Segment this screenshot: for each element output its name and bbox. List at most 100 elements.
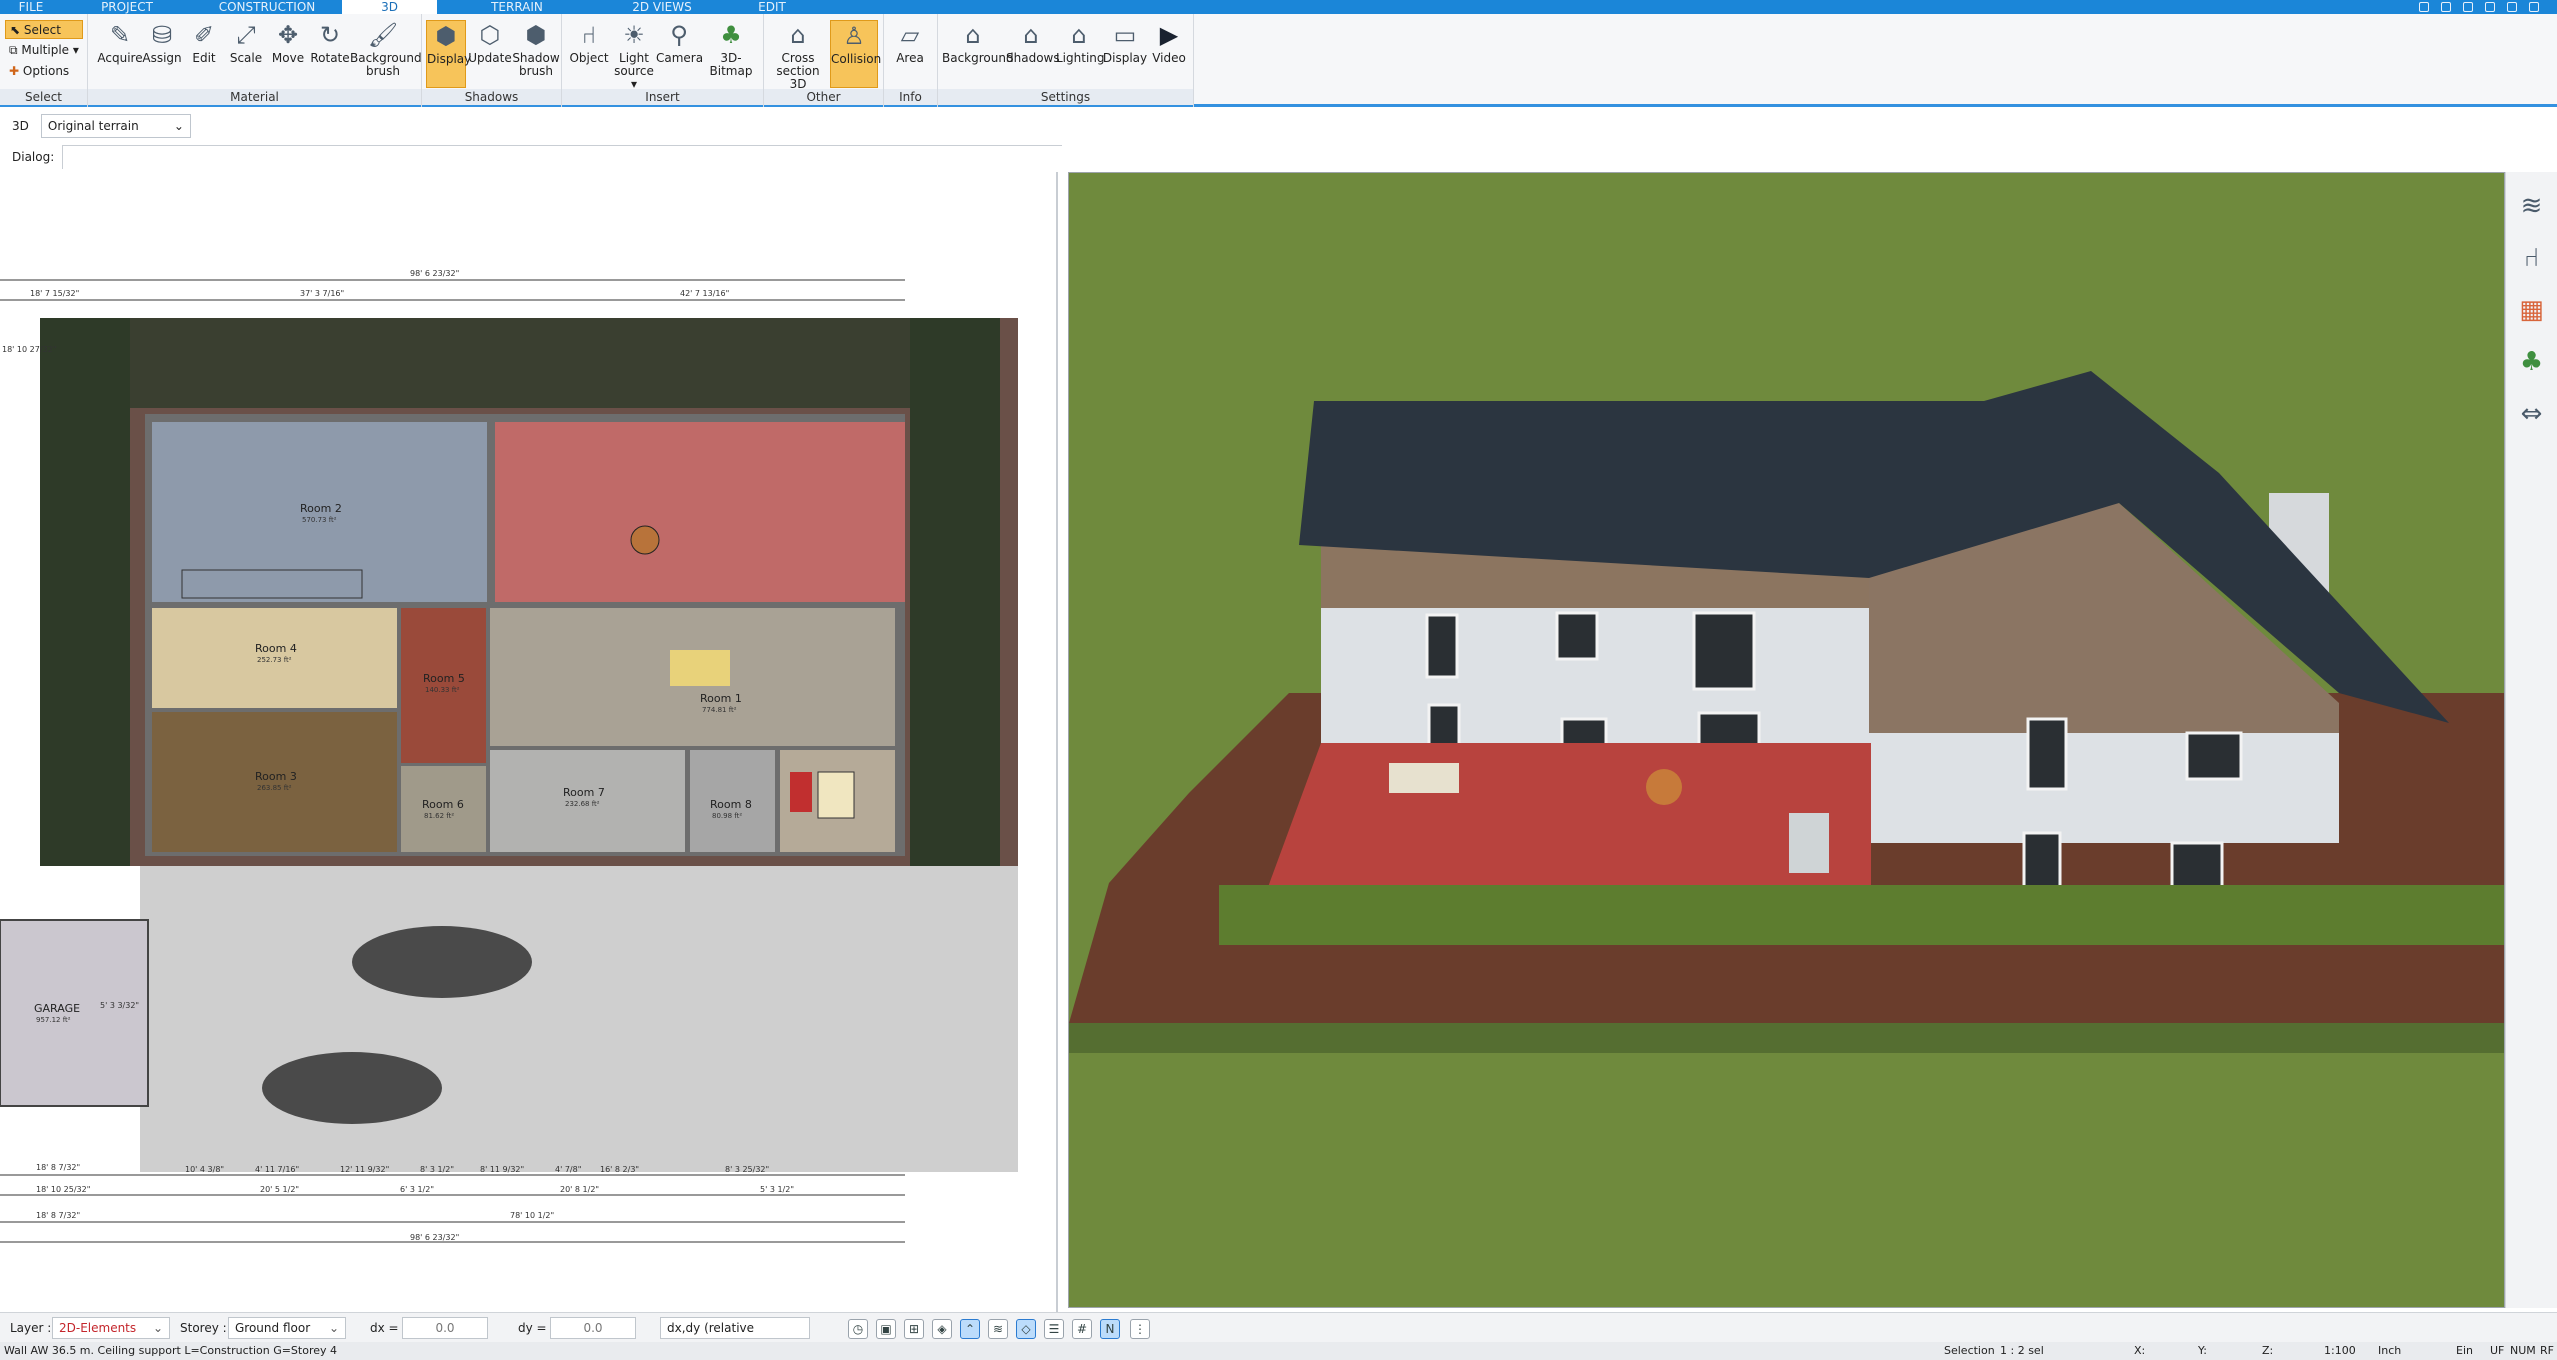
terrain-select[interactable]: Original terrain ⌄ <box>40 114 191 138</box>
ribbon: ⬉ Select ⧉ Multiple ▾ ✚ Options Select ✎… <box>0 14 2557 107</box>
object-snap-icon[interactable]: ◈ <box>932 1319 952 1339</box>
dy-input[interactable]: 0.0 <box>550 1317 636 1339</box>
more-icon[interactable]: ⋮ <box>1130 1319 1150 1339</box>
room-1-area: 774.81 ft² <box>702 706 737 714</box>
patio-bench <box>1389 763 1459 793</box>
3d-view[interactable] <box>1068 172 2505 1308</box>
cross-section-button[interactable]: ⌂ Cross section 3D <box>770 20 826 91</box>
car-bottom[interactable] <box>262 1052 442 1124</box>
monitor-icon: ▭ <box>1113 21 1137 49</box>
options-button[interactable]: ✚ Options <box>5 62 83 81</box>
minimize-icon[interactable] <box>2485 2 2495 12</box>
layers-toggle-icon[interactable]: ≋ <box>988 1319 1008 1339</box>
menu-3d[interactable]: 3D <box>342 0 437 14</box>
rotate-button[interactable]: ↻ Rotate <box>304 20 356 88</box>
dim-bottom-b: 18' 10 25/32" <box>36 1185 90 1194</box>
light-source-button[interactable]: ☀ Light source ▾ <box>612 20 656 91</box>
background-brush-button[interactable]: 🖌 Background brush <box>350 20 422 88</box>
menu-construction[interactable]: CONSTRUCTION <box>192 0 342 14</box>
dy-label: dy = <box>518 1321 547 1335</box>
room-8-area: 80.98 ft² <box>712 812 742 820</box>
dim-garage-width: 5' 3 3/32" <box>100 1001 139 1010</box>
view-icon[interactable]: ▣ <box>876 1319 896 1339</box>
menu-terrain[interactable]: TERRAIN <box>437 0 597 14</box>
north-icon[interactable]: N <box>1100 1319 1120 1339</box>
texture-palette-icon[interactable]: ▦ <box>2514 292 2550 328</box>
tree-icon[interactable]: ♣ <box>2514 344 2550 380</box>
clock-icon[interactable]: ◷ <box>848 1319 868 1339</box>
snap-icon[interactable]: ⊞ <box>904 1319 924 1339</box>
dialog-field[interactable] <box>62 145 1062 169</box>
dx-value: 0.0 <box>435 1321 455 1335</box>
multiple-button[interactable]: ⧉ Multiple ▾ <box>5 41 83 60</box>
video-button[interactable]: ▶ Video <box>1148 20 1190 88</box>
chair-icon[interactable]: ⑁ <box>2514 240 2550 276</box>
dim-b5: 8' 11 9/32" <box>480 1165 524 1174</box>
unit-value: Inch <box>2378 1344 2402 1357</box>
dim-b6: 4' 7/8" <box>555 1165 581 1174</box>
menu-edit[interactable]: EDIT <box>727 0 817 14</box>
menu-project[interactable]: PROJECT <box>62 0 192 14</box>
collision-button[interactable]: ♙ Collision <box>830 20 881 88</box>
layout-icon[interactable] <box>2441 2 2451 12</box>
other-group: ⌂ Cross section 3D ♙ Collision Other <box>764 14 884 107</box>
sofa[interactable] <box>817 771 855 819</box>
right-sidebar: ≋ ⑁ ▦ ♣ ⇔ <box>2505 172 2557 1308</box>
terrace-table[interactable] <box>630 525 660 555</box>
storey-select[interactable]: Ground floor ⌄ <box>228 1317 346 1339</box>
storey-label: Storey : <box>180 1321 227 1335</box>
house-ground-wall-right <box>1869 733 2339 843</box>
garage-name: GARAGE <box>34 1002 80 1015</box>
grid-icon[interactable]: # <box>1072 1319 1092 1339</box>
bitmap-3d-button[interactable]: ♣ 3D-Bitmap <box>702 20 760 88</box>
room-3-area: 263.85 ft² <box>257 784 292 792</box>
dim-b4: 8' 3 1/2" <box>420 1165 454 1174</box>
paint-bucket-icon: ⛁ <box>151 21 173 49</box>
close-icon[interactable] <box>2529 2 2539 12</box>
background-button[interactable]: ⌂ Background <box>942 20 1014 88</box>
menu-2d-views[interactable]: 2D VIEWS <box>597 0 727 14</box>
layer-select[interactable]: 2D-Elements ⌄ <box>52 1317 170 1339</box>
maximize-icon[interactable] <box>2507 2 2517 12</box>
lighting-button[interactable]: ⌂ Lighting <box>1056 20 1105 88</box>
layer-select-value: 2D-Elements <box>59 1321 137 1335</box>
floor-icon[interactable]: ◇ <box>1016 1319 1036 1339</box>
area-icon: ▱ <box>900 21 920 49</box>
dimension-icon[interactable]: ⇔ <box>2514 396 2550 432</box>
floor-plan-canvas[interactable]: 98' 6 23/32" 18' 7 15/32" 37' 3 7/16" 42… <box>0 172 1058 1314</box>
rotate-label: Rotate <box>310 51 350 65</box>
house-light-icon: ⌂ <box>1071 21 1087 49</box>
y-label: Y: <box>2198 1344 2207 1357</box>
menu-file[interactable]: FILE <box>0 0 62 14</box>
tools-icon[interactable] <box>2419 2 2429 12</box>
dim-bottom-d: 78' 10 1/2" <box>510 1211 554 1220</box>
shadow-update-button[interactable]: ⬡ Update <box>468 20 512 88</box>
shadow-display-button[interactable]: ⬢ Display <box>426 20 471 88</box>
lighting-label: Lighting <box>1056 51 1105 65</box>
dining-table[interactable] <box>670 650 730 686</box>
select-button[interactable]: ⬉ Select <box>5 20 83 39</box>
floor-plan-view[interactable]: 98' 6 23/32" 18' 7 15/32" 37' 3 7/16" 42… <box>0 172 1058 1314</box>
area-button[interactable]: ▱ Area <box>886 20 934 88</box>
help-icon[interactable] <box>2463 2 2473 12</box>
driveway <box>140 866 1018 1172</box>
dim-top-left: 18' 7 15/32" <box>30 289 79 298</box>
layers-icon[interactable]: ≋ <box>2514 188 2550 224</box>
angle-icon[interactable]: ⌃ <box>960 1319 980 1339</box>
patio-table <box>1646 769 1682 805</box>
shadows-settings-button[interactable]: ⌂ Shadows <box>1006 20 1060 88</box>
display-settings-button[interactable]: ▭ Display <box>1102 20 1148 88</box>
shadow-brush-button[interactable]: ⬢ Shadow brush <box>512 20 560 88</box>
storey-select-value: Ground floor <box>235 1321 311 1335</box>
red-armchair[interactable] <box>790 772 812 812</box>
coord-mode-select[interactable]: dx,dy (relative cartesian) ⌄ <box>660 1317 810 1355</box>
dx-input[interactable]: 0.0 <box>402 1317 488 1339</box>
terrace[interactable] <box>495 422 905 602</box>
stack-icon[interactable]: ☰ <box>1044 1319 1064 1339</box>
3d-scene[interactable] <box>1069 173 2505 1308</box>
car-top[interactable] <box>352 926 532 998</box>
object-button[interactable]: ⑁ Object <box>566 20 612 88</box>
room-8-name: Room 8 <box>710 798 752 811</box>
camera-button[interactable]: ⚲ Camera <box>656 20 703 88</box>
multiple-label: Multiple <box>21 43 70 57</box>
